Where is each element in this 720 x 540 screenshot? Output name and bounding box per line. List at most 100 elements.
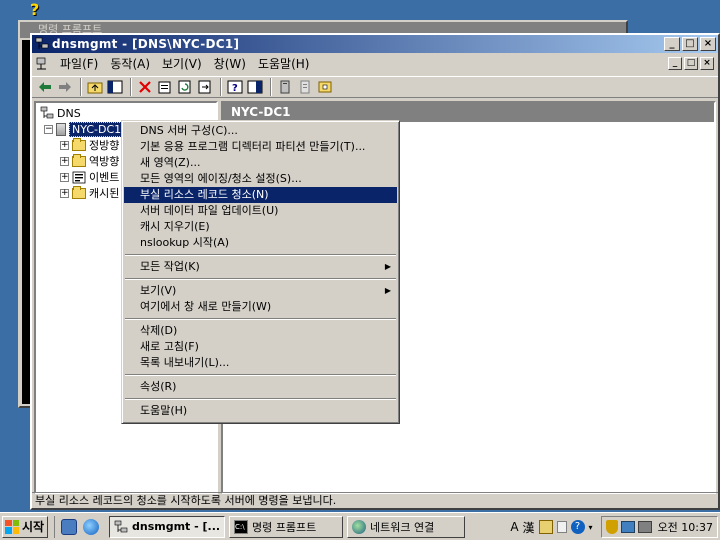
list-tool-icon[interactable]: [296, 78, 314, 96]
tree-label-cached-lookups: 캐시된: [89, 187, 120, 200]
child-close-button[interactable]: ×: [700, 57, 714, 70]
menu-separator: [125, 254, 396, 256]
menu-item-refresh[interactable]: 새로 고침(F): [124, 339, 397, 355]
desktop-help-icon[interactable]: ?: [30, 2, 44, 18]
properties-icon[interactable]: [156, 78, 174, 96]
ime-options-icon[interactable]: ▾: [589, 523, 593, 532]
tray-display-icon[interactable]: [637, 521, 652, 533]
menu-item-new-zone[interactable]: 새 영역(Z)...: [124, 155, 397, 171]
start-button[interactable]: 시작: [2, 515, 48, 538]
menu-separator: [125, 398, 396, 400]
menu-help[interactable]: 도움말(H): [252, 55, 316, 73]
tree-node-server[interactable]: − NYC-DC1: [44, 121, 125, 137]
taskbar: 시작 dnsmgmt - [... C:\ 명령 프롬프트 네트워크 연결 A …: [0, 512, 720, 540]
submenu-arrow-icon: ▶: [384, 286, 391, 295]
mmc-document-icon[interactable]: [34, 56, 50, 72]
ime-tool-icon[interactable]: [538, 520, 553, 534]
help-icon[interactable]: ?: [226, 78, 244, 96]
task-command-prompt[interactable]: C:\ 명령 프롬프트: [229, 515, 343, 538]
ime-pad-icon[interactable]: [556, 521, 567, 533]
menu-item-export-list[interactable]: 목록 내보내기(L)...: [124, 355, 397, 371]
ime-mode[interactable]: A: [510, 520, 518, 534]
server-tool-icon[interactable]: [276, 78, 294, 96]
command-prompt-icon: C:\: [234, 519, 248, 534]
toolbar-separator: [130, 78, 132, 96]
task-dnsmgmt[interactable]: dnsmgmt - [...: [109, 515, 225, 538]
zone-tool-icon[interactable]: [316, 78, 334, 96]
window-titlebar[interactable]: dnsmgmt - [DNS\NYC-DC1] _ □ ×: [32, 35, 718, 53]
menu-item-create-partition[interactable]: 기본 응용 프로그램 디렉터리 파티션 만들기(T)...: [124, 139, 397, 155]
ime-hanja[interactable]: 漢: [523, 519, 535, 536]
task-network-connections[interactable]: 네트워크 연결: [347, 515, 465, 538]
menu-item-delete[interactable]: 삭제(D): [124, 323, 397, 339]
window-title: dnsmgmt - [DNS\NYC-DC1]: [52, 37, 240, 51]
start-label: 시작: [22, 520, 45, 534]
tree-node-dns[interactable]: DNS: [40, 105, 81, 121]
tree-label-reverse-zones: 역방향: [89, 155, 120, 168]
menu-item-aging-scavenging[interactable]: 모든 영역의 에이징/청소 설정(S)...: [124, 171, 397, 187]
context-menu: DNS 서버 구성(C)... 기본 응용 프로그램 디렉터리 파티션 만들기(…: [121, 120, 400, 424]
svg-text:?: ?: [232, 83, 238, 94]
status-bar: 부실 리소스 레코드의 청소를 시작하도록 서버에 명령을 보냅니다.: [32, 492, 718, 508]
tree-node-reverse-zones[interactable]: + 역방향: [60, 153, 119, 169]
tree-node-event-viewer[interactable]: + 이벤트: [60, 169, 119, 185]
folder-icon: [72, 185, 86, 199]
folder-icon: [72, 153, 86, 167]
menu-separator: [125, 278, 396, 280]
action-pane-icon[interactable]: [246, 78, 264, 96]
menu-item-scavenge-stale[interactable]: 부실 리소스 레코드 청소(N): [124, 187, 397, 203]
menu-item-properties[interactable]: 속성(R): [124, 379, 397, 395]
menu-item-help[interactable]: 도움말(H): [124, 403, 397, 419]
refresh-icon[interactable]: [176, 78, 194, 96]
dns-task-icon: [114, 520, 128, 532]
child-minimize-button[interactable]: _: [668, 57, 682, 70]
menu-item-launch-nslookup[interactable]: nslookup 시작(A): [124, 235, 397, 251]
menu-item-all-tasks[interactable]: 모든 작업(K) ▶: [124, 259, 397, 275]
tray-shield-icon[interactable]: [605, 520, 618, 534]
tray-clock[interactable]: 오전 10:37: [658, 519, 713, 535]
expand-icon[interactable]: +: [60, 172, 69, 182]
folder-icon: [72, 137, 86, 151]
minimize-button[interactable]: _: [664, 37, 680, 51]
expand-icon[interactable]: +: [60, 156, 69, 166]
dns-node-icon: [40, 106, 54, 119]
menu-item-update-data-files[interactable]: 서버 데이터 파일 업데이트(U): [124, 203, 397, 219]
show-desktop-icon[interactable]: [61, 518, 77, 535]
menu-item-all-tasks-label: 모든 작업(K): [140, 260, 200, 273]
menu-action[interactable]: 동작(A): [104, 55, 156, 73]
menu-view[interactable]: 보기(V): [156, 55, 208, 73]
tree-label-event-viewer: 이벤트: [89, 171, 120, 184]
menu-file[interactable]: 파일(F): [54, 55, 104, 73]
tree-node-forward-zones[interactable]: + 정방향: [60, 137, 119, 153]
ime-help-icon[interactable]: ?: [570, 520, 585, 534]
menu-item-view[interactable]: 보기(V) ▶: [124, 283, 397, 299]
menu-item-configure-dns[interactable]: DNS 서버 구성(C)...: [124, 123, 397, 139]
menu-item-clear-cache[interactable]: 캐시 지우기(E): [124, 219, 397, 235]
child-restore-button[interactable]: □: [684, 57, 698, 70]
maximize-button[interactable]: □: [682, 37, 698, 51]
internet-explorer-icon[interactable]: [83, 518, 99, 535]
dns-app-icon: [35, 37, 49, 49]
delete-icon[interactable]: [136, 78, 154, 96]
forward-arrow-icon[interactable]: [56, 78, 74, 96]
menu-item-view-label: 보기(V): [140, 284, 177, 297]
collapse-icon[interactable]: −: [44, 124, 53, 134]
windows-logo-icon: [5, 519, 19, 534]
expand-icon[interactable]: +: [60, 140, 69, 150]
menu-window[interactable]: 창(W): [208, 55, 252, 73]
network-icon: [352, 519, 366, 534]
menubar: 파일(F) 동작(A) 보기(V) 창(W) 도움말(H) _ □ ×: [32, 54, 718, 74]
tree-label-server: NYC-DC1: [69, 121, 125, 137]
task-network-label: 네트워크 연결: [370, 520, 435, 534]
menu-item-new-window[interactable]: 여기에서 창 새로 만들기(W): [124, 299, 397, 315]
event-log-icon: [72, 171, 86, 183]
up-folder-icon[interactable]: [86, 78, 104, 96]
tree-node-cached-lookups[interactable]: + 캐시된: [60, 185, 119, 201]
toolbar-separator: [270, 78, 272, 96]
back-arrow-icon[interactable]: [36, 78, 54, 96]
expand-icon[interactable]: +: [60, 188, 69, 198]
export-list-icon[interactable]: [196, 78, 214, 96]
close-button[interactable]: ×: [700, 37, 716, 51]
show-hide-tree-icon[interactable]: [106, 78, 124, 96]
tray-network-icon[interactable]: [620, 521, 635, 533]
